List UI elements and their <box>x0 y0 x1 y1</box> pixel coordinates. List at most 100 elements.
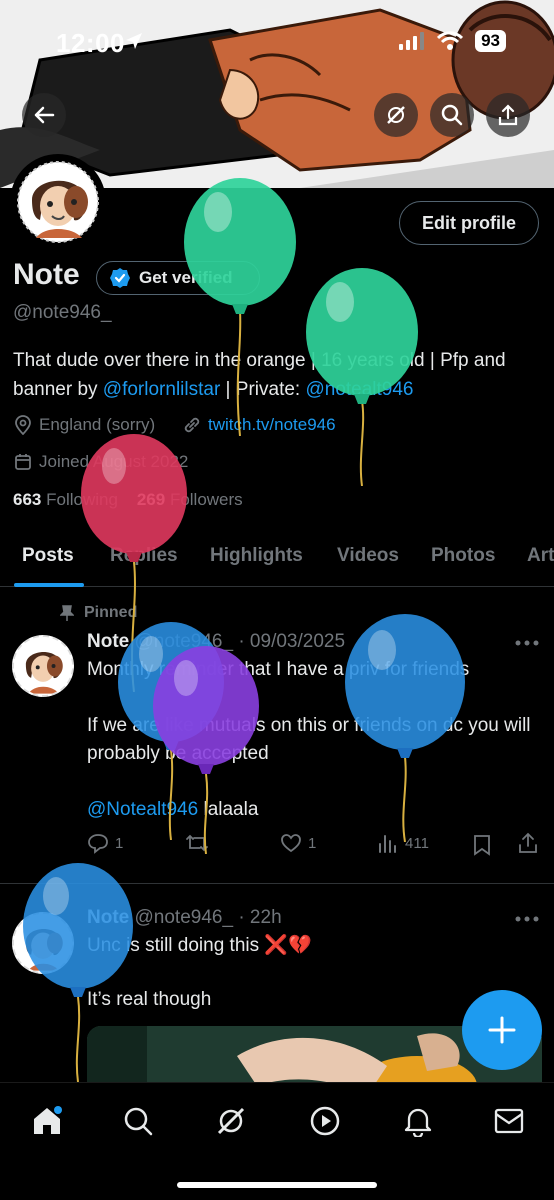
back-button[interactable] <box>22 93 66 137</box>
bio-text-2: | Private: <box>220 379 306 400</box>
post-mention-tail: lalaala <box>198 799 259 820</box>
post-handle-date: @note946_ · 09/03/2025 <box>134 631 346 652</box>
profile-avatar[interactable] <box>10 154 106 250</box>
tab-highlights[interactable]: Highlights <box>210 545 303 567</box>
followers-label: Followers <box>169 490 243 509</box>
post-actions: 1 1 411 <box>87 830 542 860</box>
home-icon <box>34 1106 62 1134</box>
like-button[interactable]: 1 <box>280 832 316 854</box>
explore-icon <box>124 1107 153 1136</box>
pin-icon <box>60 605 74 621</box>
more-icon[interactable] <box>515 640 539 646</box>
follow-stats: 663 Following 269 Followers <box>13 490 243 510</box>
compose-button[interactable] <box>462 990 542 1070</box>
active-tab-indicator <box>14 583 84 587</box>
post-handle-date: @note946_ · 22h <box>134 907 282 928</box>
post-line-2: If we are like mutuals on this or friend… <box>87 715 531 764</box>
tab-videos[interactable]: Videos <box>337 545 399 567</box>
nav-notifications[interactable] <box>398 1101 438 1141</box>
home-indicator <box>177 1182 377 1188</box>
search-button[interactable] <box>430 93 474 137</box>
post-header: Note @note946_ · 09/03/2025 <box>87 631 345 653</box>
post-avatar[interactable] <box>12 912 74 974</box>
verified-badge-icon <box>110 268 130 288</box>
wifi-icon <box>437 31 464 50</box>
nav-explore[interactable] <box>118 1101 158 1141</box>
nav-messages[interactable] <box>489 1101 529 1141</box>
profile-handle: @note946_ <box>13 302 112 323</box>
profile-joined: Joined August 2022 <box>13 452 188 472</box>
bio-mention-private[interactable]: @notealt946 <box>305 379 413 400</box>
profile-location: England (sorry) <box>13 415 155 435</box>
bio-mention-artist[interactable]: @forlornlilstar <box>103 379 220 400</box>
followers-link[interactable]: 269 Followers <box>137 490 243 509</box>
post-avatar[interactable] <box>12 635 74 697</box>
status-icons: 93 <box>399 30 506 52</box>
post-author[interactable]: Note <box>87 631 129 652</box>
share-icon <box>498 104 518 126</box>
following-count: 663 <box>13 490 42 509</box>
status-bar: 12:00 93 <box>0 0 554 80</box>
reply-icon <box>88 834 108 854</box>
bell-icon <box>404 1108 432 1137</box>
profile-tabs: Posts Replies Highlights Videos Photos A… <box>0 535 554 587</box>
nav-video[interactable] <box>305 1101 345 1141</box>
joined-text: Joined August 2022 <box>39 452 189 471</box>
views-button[interactable]: 411 <box>377 832 429 854</box>
post-line-1: Monthly reminder that I have a priv for … <box>87 659 470 680</box>
mail-icon <box>494 1108 524 1134</box>
battery-indicator: 93 <box>475 30 506 52</box>
get-verified-button[interactable]: Get verified <box>96 261 260 295</box>
nav-grok[interactable] <box>211 1101 251 1141</box>
plus-icon <box>488 1016 516 1044</box>
followers-count: 269 <box>136 490 166 509</box>
post-mention[interactable]: @Notealt946 <box>87 799 198 820</box>
tab-photos[interactable]: Photos <box>431 545 495 567</box>
reply-count: 1 <box>115 834 124 852</box>
following-label: Following <box>46 490 118 509</box>
profile-name: Note <box>13 258 80 291</box>
link-icon <box>184 417 200 433</box>
post-header: Note @note946_ · 22h <box>87 907 282 929</box>
profile-website[interactable]: twitch.tv/note946 <box>182 415 336 435</box>
bookmark-icon[interactable] <box>472 834 492 856</box>
post-pinned[interactable]: Pinned Note @note946_ · 09/03/2025 Month… <box>0 598 554 883</box>
tab-art[interactable]: Art <box>527 545 554 567</box>
post-body: Monthly reminder that I have a priv for … <box>87 656 542 824</box>
more-icon[interactable] <box>515 916 539 922</box>
share-button[interactable] <box>486 93 530 137</box>
calendar-icon <box>15 454 31 470</box>
status-time: 12:00 <box>56 28 125 58</box>
tab-posts[interactable]: Posts <box>22 545 74 567</box>
tab-replies[interactable]: Replies <box>110 545 178 567</box>
location-icon <box>15 415 31 435</box>
view-count: 411 <box>405 834 429 852</box>
post-line-1: Unc is still doing this ❌💔 <box>87 935 312 956</box>
location-arrow-icon <box>126 33 142 49</box>
grok-icon <box>387 106 405 124</box>
retweet-button[interactable] <box>185 832 209 854</box>
search-icon <box>441 104 463 126</box>
share-icon[interactable] <box>517 832 539 854</box>
grok-icon <box>217 1107 245 1135</box>
play-icon <box>310 1106 340 1136</box>
post-author[interactable]: Note <box>87 907 129 928</box>
profile-bio: That dude over there in the orange | 16 … <box>13 346 543 404</box>
nav-home[interactable] <box>27 1101 67 1141</box>
following-link[interactable]: 663 Following <box>13 490 118 509</box>
avatar-image <box>14 637 72 695</box>
reply-button[interactable]: 1 <box>87 832 123 854</box>
avatar-image <box>17 161 99 243</box>
get-verified-label: Get verified <box>139 268 233 287</box>
avatar-image <box>14 914 72 972</box>
retweet-icon <box>186 834 208 852</box>
like-count: 1 <box>308 834 317 852</box>
pinned-indicator: Pinned <box>60 604 137 622</box>
location-text: England (sorry) <box>39 415 156 434</box>
post-line-3: @Notealt946 lalaala <box>87 796 542 824</box>
grok-button[interactable] <box>374 93 418 137</box>
signal-icon <box>399 32 425 50</box>
edit-profile-button[interactable]: Edit profile <box>399 201 539 245</box>
website-link[interactable]: twitch.tv/note946 <box>208 415 336 435</box>
pinned-label: Pinned <box>84 604 138 621</box>
